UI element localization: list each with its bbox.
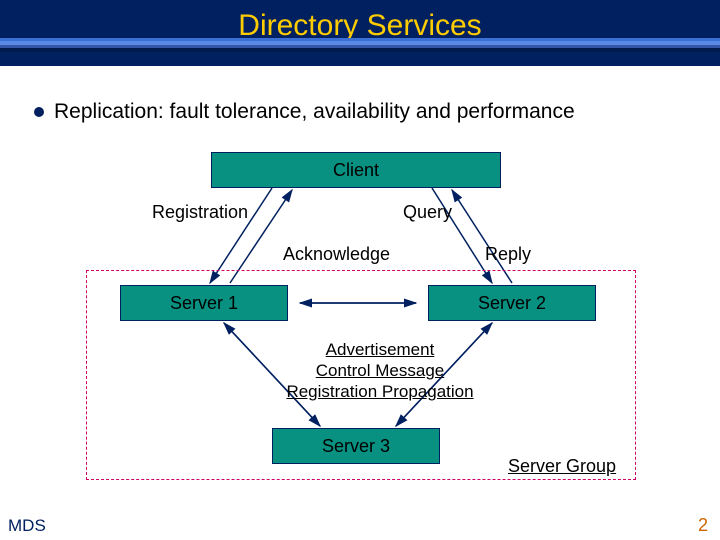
footer-page-number: 2 (698, 515, 708, 536)
bullet-dot-icon (34, 107, 44, 117)
inter-server-messages: Advertisement Control Message Registrati… (280, 339, 480, 402)
diagram-stage: Client Server 1 Server 2 Server 3 Regist… (0, 140, 720, 510)
client-label: Client (333, 160, 379, 181)
bullet-text: Replication: fault tolerance, availabili… (54, 100, 575, 124)
label-acknowledge: Acknowledge (283, 244, 390, 265)
label-query: Query (403, 202, 452, 223)
server3-box: Server 3 (272, 428, 440, 464)
label-registration: Registration (152, 202, 248, 223)
footer-left: MDS (8, 516, 46, 536)
label-server-group: Server Group (508, 456, 616, 477)
header-stripes (0, 38, 720, 52)
bullet-item: Replication: fault tolerance, availabili… (34, 100, 690, 124)
msg-propagation: Registration Propagation (280, 381, 480, 402)
msg-control: Control Message (280, 360, 480, 381)
server3-label: Server 3 (322, 436, 390, 457)
msg-advertisement: Advertisement (280, 339, 480, 360)
client-box: Client (211, 152, 501, 188)
label-reply: Reply (485, 244, 531, 265)
header-bar: Directory Services (0, 0, 720, 66)
server1-label: Server 1 (170, 293, 238, 314)
server1-box: Server 1 (120, 285, 288, 321)
server2-box: Server 2 (428, 285, 596, 321)
server2-label: Server 2 (478, 293, 546, 314)
